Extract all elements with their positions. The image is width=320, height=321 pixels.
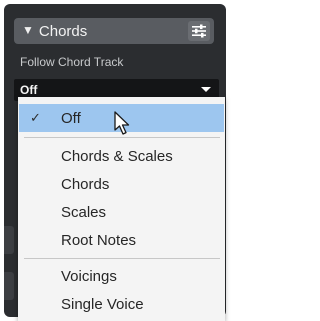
caret-down-icon[interactable]: ▼ xyxy=(22,23,34,37)
menu-separator xyxy=(24,137,220,138)
follow-chord-track-label: Follow Chord Track xyxy=(20,55,124,69)
menu-item-chords-and-scales[interactable]: Chords & Scales xyxy=(19,142,224,170)
menu-item-label: Chords xyxy=(61,175,110,193)
menu-item-label: Chords & Scales xyxy=(61,147,173,165)
menu-item-label: Scales xyxy=(61,203,107,221)
dropdown-value: Off xyxy=(20,83,38,97)
settings-button[interactable] xyxy=(188,21,210,41)
menu-separator xyxy=(24,258,220,259)
menu-item-chords[interactable]: Chords xyxy=(19,170,224,198)
settings-sliders-icon xyxy=(192,24,206,38)
background-control-stub xyxy=(4,272,14,300)
menu-item-single-voice[interactable]: Single Voice xyxy=(19,290,224,318)
chords-section-header[interactable]: ▼ Chords xyxy=(14,18,214,44)
menu-item-voicings[interactable]: Voicings xyxy=(19,262,224,290)
menu-item-label: Root Notes xyxy=(61,231,137,249)
menu-item-scales[interactable]: Scales xyxy=(19,198,224,226)
dropdown-arrow-icon xyxy=(201,87,211,92)
background-control-stub xyxy=(4,226,14,254)
menu-item-root-notes[interactable]: Root Notes xyxy=(19,226,224,254)
mouse-pointer-icon xyxy=(114,111,130,135)
checkmark-icon: ✓ xyxy=(30,110,41,125)
menu-item-label: Off xyxy=(61,109,81,127)
menu-item-label: Voicings xyxy=(61,267,117,285)
menu-item-label: Single Voice xyxy=(61,295,144,313)
section-title: Chords xyxy=(38,22,88,40)
